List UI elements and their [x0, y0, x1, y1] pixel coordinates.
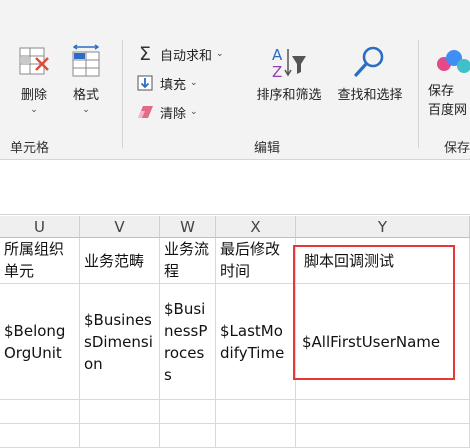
delete-button[interactable]: 删除 ⌄: [12, 44, 56, 115]
save-to-label-line2: 百度网: [428, 103, 468, 118]
svg-text:A: A: [272, 46, 283, 64]
empty-cell[interactable]: [160, 400, 216, 424]
cell-text: $BelongOrgUnit: [4, 321, 66, 362]
cell-y-data[interactable]: $AllFirstUserName: [296, 284, 470, 400]
cell-u-header[interactable]: 所属组织单元: [0, 238, 80, 284]
format-button[interactable]: 格式 ⌄: [64, 44, 108, 115]
cell-v-header[interactable]: 业务范畴: [80, 238, 160, 284]
empty-cell[interactable]: [216, 400, 296, 424]
column-header-v[interactable]: V: [80, 216, 160, 238]
spreadsheet-grid[interactable]: U V W X Y 所属组织单元 业务范畴 业务流程 最后修改时间 脚本回调测试…: [0, 216, 470, 448]
group-separator: [122, 40, 123, 148]
empty-cell[interactable]: [0, 400, 80, 424]
cell-x-data[interactable]: $LastModifyTime: [216, 284, 296, 400]
format-label: 格式: [72, 88, 99, 103]
eraser-icon: [136, 103, 154, 121]
cell-text: $AllFirstUserName: [302, 332, 441, 351]
ribbon: 删除 ⌄ 格式 ⌄ 单元格 Σ 自动求和 ⌄ 填充 ⌄ 清除 ⌄ A Z 排序和…: [0, 0, 470, 160]
empty-cell[interactable]: [216, 424, 296, 448]
fill-button[interactable]: 填充 ⌄: [136, 72, 198, 94]
empty-cell[interactable]: [80, 400, 160, 424]
fill-label: 填充: [160, 77, 187, 93]
chevron-down-icon: ⌄: [30, 105, 38, 115]
find-select-label: 查找和选择: [337, 88, 403, 103]
empty-cell[interactable]: [0, 424, 80, 448]
cell-x-header[interactable]: 最后修改时间: [216, 238, 296, 284]
cell-text: $BusinessProcess: [164, 299, 208, 384]
cell-text: 脚本回调测试: [304, 251, 395, 270]
sort-filter-label: 排序和筛选: [256, 88, 322, 103]
format-cells-icon: [72, 44, 100, 77]
find-select-button[interactable]: 查找和选择: [331, 44, 409, 103]
cell-y-header[interactable]: 脚本回调测试: [296, 238, 470, 284]
save-group-label: 保存: [444, 141, 470, 156]
chevron-down-icon: ⌄: [190, 78, 198, 88]
sigma-icon: Σ: [138, 43, 151, 65]
autosum-button[interactable]: Σ 自动求和 ⌄: [136, 43, 224, 65]
baidu-netdisk-icon: [437, 50, 470, 73]
cell-text: 最后修改时间: [220, 240, 281, 280]
cell-text: 所属组织单元: [4, 240, 65, 280]
search-icon: [354, 46, 384, 77]
chevron-down-icon: ⌄: [216, 49, 224, 59]
delete-cells-icon: [19, 47, 49, 75]
svg-text:Z: Z: [272, 63, 282, 80]
save-to-label-line1: 保存: [428, 84, 455, 99]
cell-text: 业务范畴: [84, 251, 145, 270]
clear-button[interactable]: 清除 ⌄: [136, 101, 198, 123]
chevron-down-icon: ⌄: [82, 105, 90, 115]
formula-area: [0, 161, 470, 215]
autosum-label: 自动求和: [160, 48, 213, 64]
sort-filter-icon: A Z: [272, 46, 306, 80]
cell-w-data[interactable]: $BusinessProcess: [160, 284, 216, 400]
cell-text: $LastModifyTime: [220, 321, 285, 362]
cell-w-header[interactable]: 业务流程: [160, 238, 216, 284]
sort-filter-button[interactable]: A Z 排序和筛选: [250, 44, 328, 103]
column-header-y[interactable]: Y: [296, 216, 470, 238]
cells-group-label: 单元格: [10, 141, 50, 156]
chevron-down-icon: ⌄: [190, 107, 198, 117]
fill-down-icon: [136, 74, 154, 92]
empty-cell[interactable]: [296, 424, 470, 448]
cell-text: 业务流程: [164, 240, 210, 280]
editing-group-label: 编辑: [254, 141, 281, 156]
empty-cell[interactable]: [80, 424, 160, 448]
cell-u-data[interactable]: $BelongOrgUnit: [0, 284, 80, 400]
cell-text: $BusinessDimension: [84, 310, 153, 373]
column-header-x[interactable]: X: [216, 216, 296, 238]
empty-cell[interactable]: [160, 424, 216, 448]
delete-label: 删除: [20, 88, 47, 103]
save-to-baidu-button[interactable]: 保存 百度网: [428, 44, 470, 118]
clear-label: 清除: [160, 106, 187, 122]
column-header-u[interactable]: U: [0, 216, 80, 238]
column-header-w[interactable]: W: [160, 216, 216, 238]
group-separator: [418, 40, 419, 148]
empty-cell[interactable]: [296, 400, 470, 424]
cell-v-data[interactable]: $BusinessDimension: [80, 284, 160, 400]
